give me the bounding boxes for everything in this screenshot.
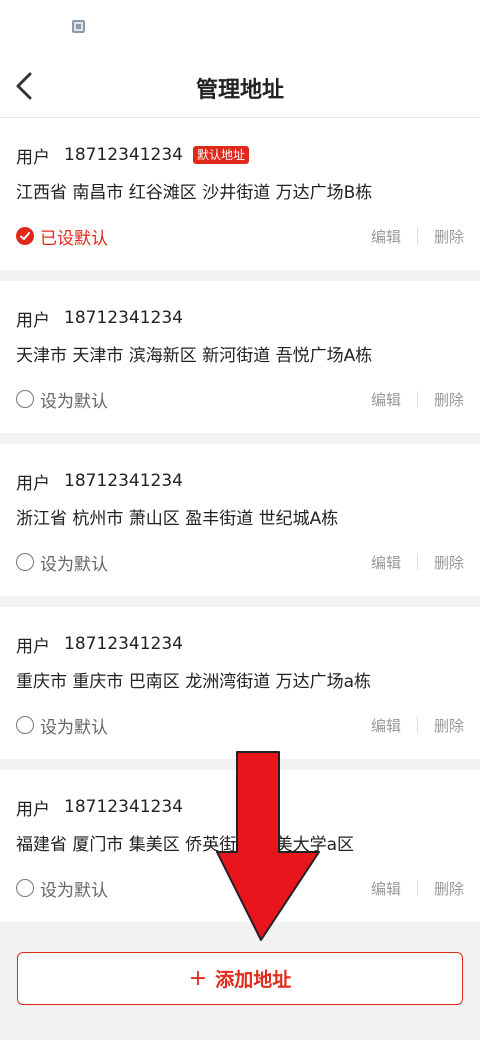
contact-name: 用户 [16, 147, 50, 168]
divider [416, 717, 418, 733]
address-card[interactable]: 用户 18712341234 天津市 天津市 滨海新区 新河街道 吾悦广场A栋 … [0, 281, 480, 433]
default-radio[interactable] [16, 716, 34, 734]
card-actions-row: 设为默认 编辑 删除 [16, 876, 464, 901]
address-text: 江西省 南昌市 红谷滩区 沙井街道 万达广场B栋 [16, 183, 373, 203]
edit-delete-actions: 编辑 删除 [371, 552, 464, 573]
edit-delete-actions: 编辑 删除 [371, 878, 464, 899]
contact-line: 用户 18712341234 [16, 633, 464, 657]
edit-delete-actions: 编辑 删除 [371, 389, 464, 410]
plus-icon: + [188, 966, 208, 991]
notification-icon [72, 20, 85, 33]
card-actions-row: 已设默认 编辑 删除 [16, 224, 464, 249]
add-address-label: 添加地址 [215, 969, 292, 991]
set-default-label[interactable]: 设为默认 [40, 387, 108, 412]
delete-button[interactable]: 删除 [434, 878, 464, 899]
card-actions-row: 设为默认 编辑 删除 [16, 550, 464, 575]
status-bar [0, 0, 480, 54]
default-label[interactable]: 已设默认 [40, 224, 108, 249]
contact-name: 用户 [16, 310, 50, 331]
edit-button[interactable]: 编辑 [371, 389, 401, 410]
edit-delete-actions: 编辑 删除 [371, 226, 464, 247]
default-radio[interactable] [16, 553, 34, 571]
address-text: 福建省 厦门市 集美区 侨英街道 集美大学a区 [16, 835, 355, 855]
contact-name: 用户 [16, 636, 50, 657]
contact-line: 用户 18712341234 默认地址 [16, 144, 464, 168]
edit-button[interactable]: 编辑 [371, 552, 401, 573]
delete-button[interactable]: 删除 [434, 226, 464, 247]
contact-line: 用户 18712341234 [16, 307, 464, 331]
delete-button[interactable]: 删除 [434, 552, 464, 573]
address-card[interactable]: 用户 18712341234 重庆市 重庆市 巴南区 龙洲湾街道 万达广场a栋 … [0, 607, 480, 759]
edit-button[interactable]: 编辑 [371, 878, 401, 899]
address-text: 浙江省 杭州市 萧山区 盈丰街道 世纪城A栋 [16, 509, 339, 529]
page-title: 管理地址 [195, 78, 284, 103]
address-card[interactable]: 用户 18712341234 浙江省 杭州市 萧山区 盈丰街道 世纪城A栋 设为… [0, 444, 480, 596]
contact-name: 用户 [16, 799, 50, 820]
delete-button[interactable]: 删除 [434, 715, 464, 736]
contact-name: 用户 [16, 473, 50, 494]
set-default-label[interactable]: 设为默认 [40, 550, 108, 575]
divider [416, 880, 418, 896]
edit-button[interactable]: 编辑 [371, 226, 401, 247]
default-radio[interactable] [16, 390, 34, 408]
edit-button[interactable]: 编辑 [371, 715, 401, 736]
address-text: 天津市 天津市 滨海新区 新河街道 吾悦广场A栋 [16, 346, 373, 366]
contact-phone: 18712341234 [64, 634, 183, 654]
card-actions-row: 设为默认 编辑 删除 [16, 713, 464, 738]
default-address-badge: 默认地址 [192, 146, 249, 164]
contact-line: 用户 18712341234 [16, 796, 464, 820]
set-default-label[interactable]: 设为默认 [40, 876, 108, 901]
contact-line: 用户 18712341234 [16, 470, 464, 494]
contact-phone: 18712341234 [64, 308, 183, 328]
card-actions-row: 设为默认 编辑 删除 [16, 387, 464, 412]
add-address-button[interactable]: + 添加地址 [17, 952, 463, 1005]
default-radio-checked[interactable] [16, 227, 34, 245]
contact-phone: 18712341234 [64, 471, 183, 491]
address-text: 重庆市 重庆市 巴南区 龙洲湾街道 万达广场a栋 [16, 672, 372, 692]
divider [416, 554, 418, 570]
set-default-label[interactable]: 设为默认 [40, 713, 108, 738]
contact-phone: 18712341234 [64, 145, 183, 165]
contact-phone: 18712341234 [64, 797, 183, 817]
address-card[interactable]: 用户 18712341234 默认地址 江西省 南昌市 红谷滩区 沙井街道 万达… [0, 118, 480, 270]
edit-delete-actions: 编辑 删除 [371, 715, 464, 736]
nav-bar: 管理地址 [0, 54, 480, 118]
address-card[interactable]: 用户 18712341234 福建省 厦门市 集美区 侨英街道 集美大学a区 设… [0, 770, 480, 922]
divider [416, 228, 418, 244]
delete-button[interactable]: 删除 [434, 389, 464, 410]
bottom-bar: + 添加地址 [0, 924, 480, 1040]
check-icon [20, 232, 30, 240]
default-radio[interactable] [16, 879, 34, 897]
address-list: 用户 18712341234 默认地址 江西省 南昌市 红谷滩区 沙井街道 万达… [0, 118, 480, 922]
divider [416, 391, 418, 407]
